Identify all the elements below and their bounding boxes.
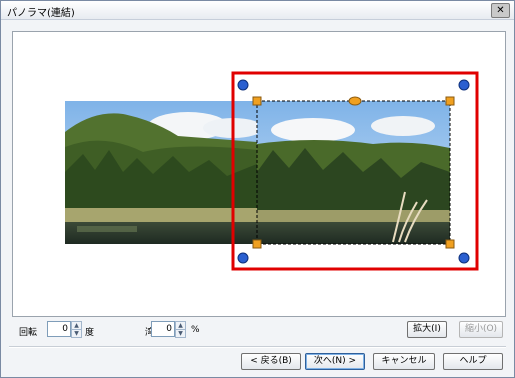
distortion-input[interactable]: 0: [151, 321, 175, 337]
rotation-label: 回転: [19, 328, 38, 338]
right-photo: [257, 101, 450, 244]
rotation-unit: 度: [85, 328, 95, 338]
distortion-unit: %: [191, 325, 200, 335]
adjust-controls: 回転 0 ▲ ▼ 度 湾曲率 0 ▲ ▼ % 拡大(I) 縮小(O): [1, 319, 514, 343]
down-arrow-icon[interactable]: ▼: [175, 329, 186, 338]
help-button[interactable]: ヘルプ: [443, 353, 503, 370]
distortion-spinner[interactable]: ▲ ▼: [175, 321, 186, 338]
resize-handle-bottom-left-icon[interactable]: [252, 239, 262, 249]
resize-handle-top-right-icon[interactable]: [445, 96, 455, 106]
down-arrow-icon[interactable]: ▼: [71, 329, 82, 338]
panorama-dialog: パノラマ(連結) ✕ 回転 0 ▲ ▼ 度 0 ▲ ▼ % 拡大(I) 縮小(O…: [0, 0, 515, 378]
footer-buttons: < 戻る(B) 次へ(N) > キャンセル ヘルプ: [1, 351, 514, 373]
panorama-canvas: [65, 71, 479, 271]
next-button[interactable]: 次へ(N) >: [305, 353, 365, 370]
cancel-button[interactable]: キャンセル: [373, 353, 435, 370]
rotate-handle-bottom-left-icon[interactable]: [237, 252, 249, 264]
divider: [9, 346, 506, 348]
rotate-handle-bottom-right-icon[interactable]: [458, 252, 470, 264]
close-button[interactable]: ✕: [491, 3, 510, 18]
resize-handle-top-left-icon[interactable]: [252, 96, 262, 106]
close-icon: ✕: [496, 5, 505, 16]
zoom-in-button[interactable]: 拡大(I): [407, 321, 447, 338]
panorama-preview-area: [12, 31, 506, 317]
rotation-spinner[interactable]: ▲ ▼: [71, 321, 82, 338]
zoom-out-button[interactable]: 縮小(O): [459, 321, 503, 338]
title-bar: パノラマ(連結) ✕: [1, 1, 514, 20]
move-handle-icon[interactable]: [348, 96, 362, 106]
rotation-input[interactable]: 0: [47, 321, 71, 337]
rotate-handle-top-left-icon[interactable]: [237, 79, 249, 91]
window-title: パノラマ(連結): [7, 8, 75, 19]
back-button[interactable]: < 戻る(B): [241, 353, 301, 370]
resize-handle-bottom-right-icon[interactable]: [445, 239, 455, 249]
rotate-handle-top-right-icon[interactable]: [458, 79, 470, 91]
